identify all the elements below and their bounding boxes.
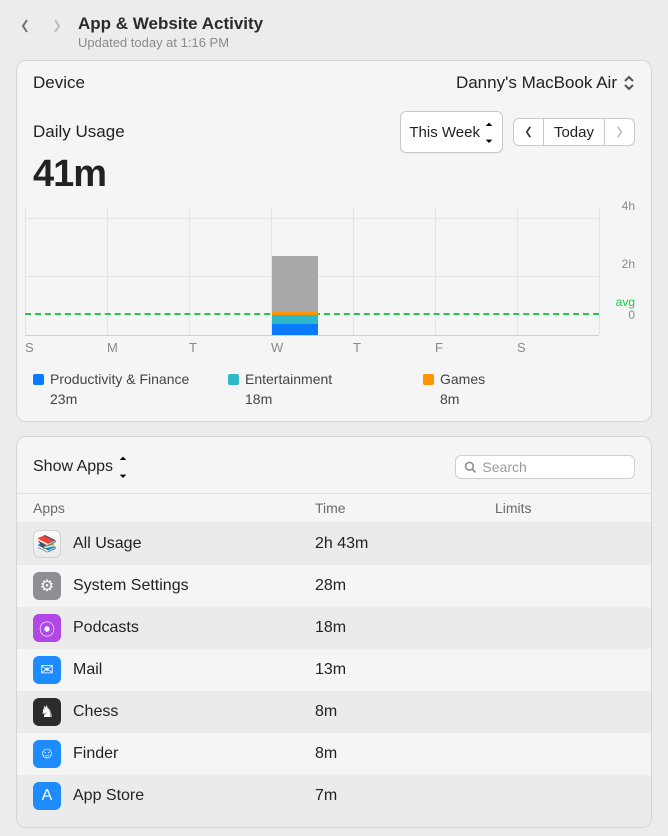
app-time: 28m: [315, 577, 495, 595]
xtick-label: M: [107, 340, 189, 355]
app-name: Podcasts: [73, 619, 315, 637]
usage-total: 41m: [17, 153, 651, 202]
range-popup[interactable]: This Week: [400, 111, 503, 153]
back-button[interactable]: [18, 16, 32, 36]
app-name: Finder: [73, 745, 315, 763]
app-name: Chess: [73, 703, 315, 721]
usage-chart: [25, 208, 599, 336]
prev-period-button[interactable]: [513, 118, 544, 146]
legend-value: 18m: [228, 391, 423, 407]
app-icon: 📚: [33, 530, 61, 558]
app-row[interactable]: A App Store7m: [17, 775, 651, 817]
forward-button[interactable]: [50, 16, 64, 36]
xtick-label: T: [189, 340, 271, 355]
legend-swatch: [33, 374, 44, 385]
next-period-button[interactable]: [605, 118, 635, 146]
activity-panel: Device Danny's MacBook Air Daily Usage T…: [16, 60, 652, 422]
legend-label: Entertainment: [245, 371, 332, 387]
app-icon: ✉︎: [33, 656, 61, 684]
show-apps-label: Show Apps: [33, 458, 113, 476]
ytick-label: 0: [628, 308, 635, 322]
app-icon: ☺︎: [33, 740, 61, 768]
range-value: This Week: [409, 124, 480, 141]
app-row[interactable]: ⚙︎ System Settings28m: [17, 565, 651, 607]
column-apps[interactable]: Apps: [33, 500, 315, 516]
search-input[interactable]: [482, 459, 626, 475]
xtick-label: S: [25, 340, 107, 355]
app-row[interactable]: 📚 All Usage2h 43m: [17, 523, 651, 565]
app-icon: ⚙︎: [33, 572, 61, 600]
today-button[interactable]: Today: [544, 118, 605, 146]
ytick-label: 2h: [622, 257, 635, 271]
app-name: System Settings: [73, 577, 315, 595]
app-time: 18m: [315, 619, 495, 637]
app-icon: ⦿: [33, 614, 61, 642]
search-icon: [464, 460, 476, 474]
xtick-label: T: [353, 340, 435, 355]
app-row[interactable]: ✉︎ Mail13m: [17, 649, 651, 691]
app-time: 8m: [315, 703, 495, 721]
app-time: 8m: [315, 745, 495, 763]
search-field[interactable]: [455, 455, 635, 479]
app-row[interactable]: ♞ Chess8m: [17, 691, 651, 733]
app-name: All Usage: [73, 535, 315, 553]
legend-item: Entertainment 18m: [228, 371, 423, 407]
ytick-label: 4h: [622, 199, 635, 213]
device-label: Device: [33, 73, 85, 93]
apps-panel: Show Apps Apps Time Limits 📚 All Usage2h …: [16, 436, 652, 828]
updown-icon: [484, 115, 494, 149]
xtick-label: S: [517, 340, 599, 355]
legend-swatch: [228, 374, 239, 385]
legend-value: 8m: [423, 391, 485, 407]
app-time: 13m: [315, 661, 495, 679]
chart-bar: [272, 256, 318, 335]
app-row[interactable]: ☺︎ Finder8m: [17, 733, 651, 775]
app-name: Mail: [73, 661, 315, 679]
show-apps-popup[interactable]: Show Apps: [33, 449, 128, 485]
page-title: App & Website Activity: [78, 14, 263, 34]
legend-item: Productivity & Finance 23m: [33, 371, 228, 407]
column-time[interactable]: Time: [315, 500, 495, 516]
legend-label: Games: [440, 371, 485, 387]
column-limits[interactable]: Limits: [495, 500, 635, 516]
legend-swatch: [423, 374, 434, 385]
avg-label: avg: [616, 295, 635, 309]
app-icon: A: [33, 782, 61, 810]
app-row[interactable]: ⦿ Podcasts18m: [17, 607, 651, 649]
xtick-label: W: [271, 340, 353, 355]
updated-timestamp: Updated today at 1:16 PM: [78, 35, 263, 50]
legend-label: Productivity & Finance: [50, 371, 189, 387]
app-time: 2h 43m: [315, 535, 495, 553]
legend-value: 23m: [33, 391, 228, 407]
device-value: Danny's MacBook Air: [456, 73, 617, 93]
updown-icon: [623, 75, 635, 91]
daily-usage-label: Daily Usage: [33, 122, 125, 142]
app-icon: ♞: [33, 698, 61, 726]
legend-item: Games 8m: [423, 371, 485, 407]
updown-icon: [118, 449, 128, 485]
app-time: 7m: [315, 787, 495, 805]
device-popup[interactable]: Danny's MacBook Air: [456, 73, 635, 93]
xtick-label: F: [435, 340, 517, 355]
app-name: App Store: [73, 787, 315, 805]
